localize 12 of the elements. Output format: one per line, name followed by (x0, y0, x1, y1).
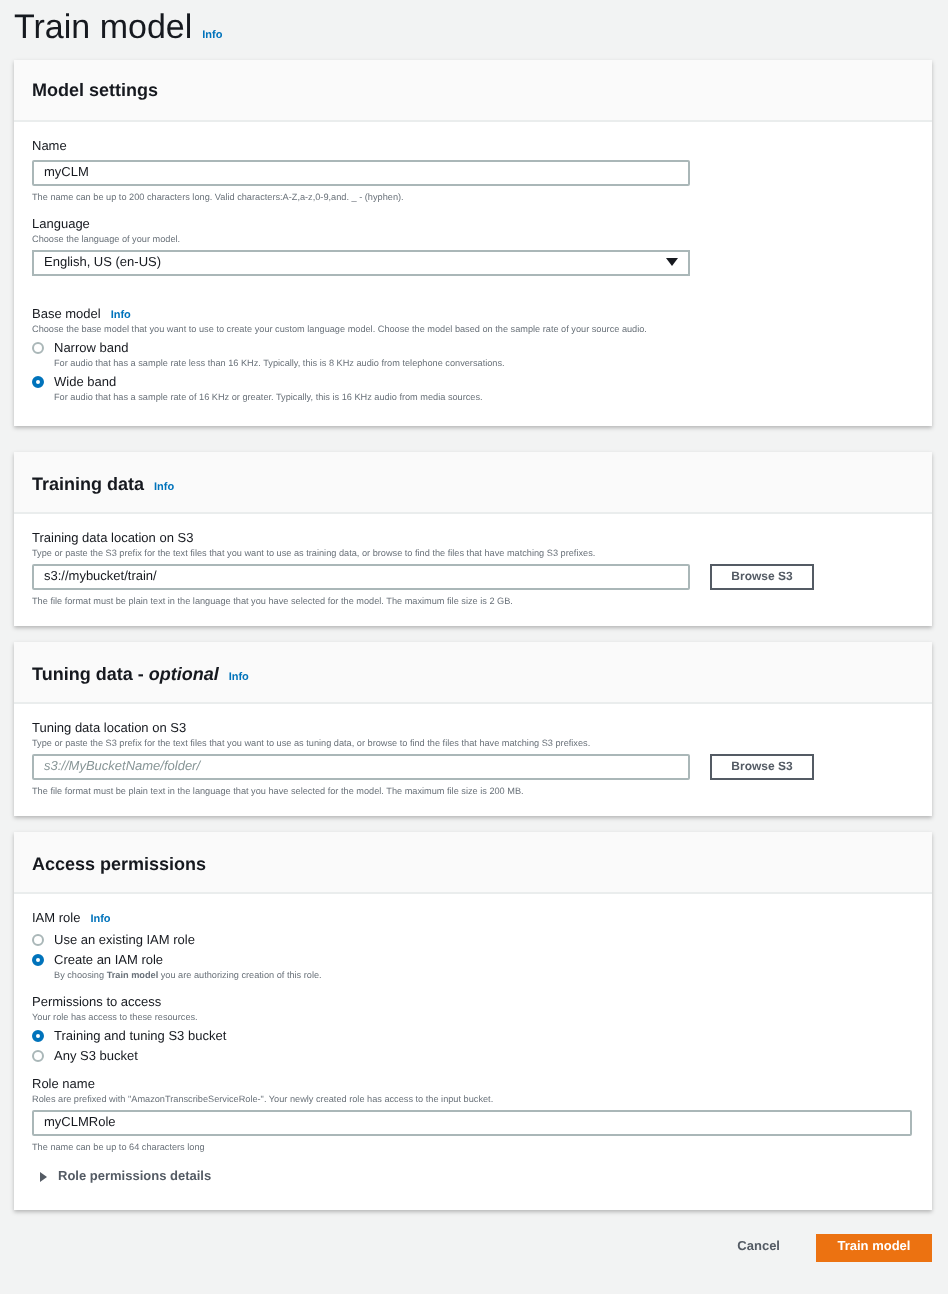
radio-unselected[interactable] (32, 934, 44, 947)
panel-title: Tuning data - optional (32, 663, 219, 684)
panel-title: Training data (32, 473, 145, 494)
panel-title: Access permissions (32, 853, 207, 874)
radio-selected[interactable] (32, 954, 44, 967)
page-title: Train model (14, 8, 193, 48)
panel-title: Model settings (32, 80, 159, 100)
radio-unselected[interactable] (32, 342, 44, 355)
radio-selected[interactable] (32, 376, 44, 389)
caret-icon (666, 258, 678, 267)
radio-unselected[interactable] (32, 1050, 44, 1063)
radio-selected[interactable] (32, 1030, 44, 1043)
